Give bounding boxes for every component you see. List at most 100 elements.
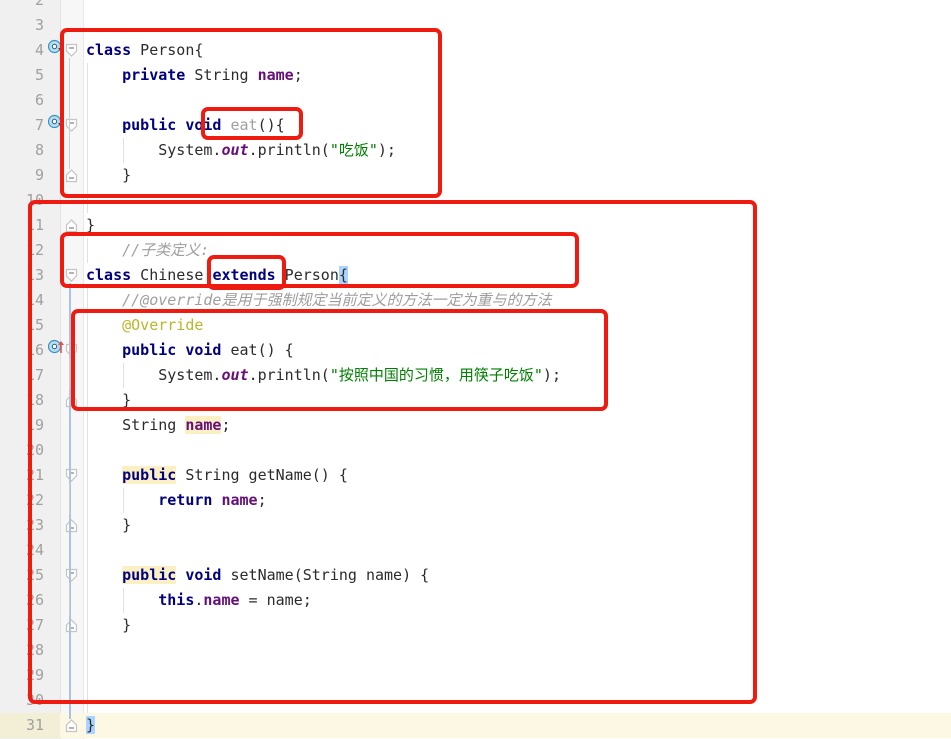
line-number: 7 bbox=[34, 116, 44, 134]
code-text[interactable] bbox=[86, 688, 951, 713]
code-line[interactable]: 20 bbox=[0, 438, 951, 463]
code-text[interactable]: return name; bbox=[86, 488, 951, 513]
code-line[interactable]: 21 public String getName() { bbox=[0, 463, 951, 488]
code-line[interactable]: 28 bbox=[0, 638, 951, 663]
code-text[interactable]: @Override bbox=[86, 313, 951, 338]
code-line[interactable]: 18 } bbox=[0, 388, 951, 413]
fold-collapse-icon[interactable] bbox=[62, 338, 80, 363]
code-line[interactable]: 24 bbox=[0, 538, 951, 563]
code-token: ); bbox=[377, 141, 396, 159]
code-token: System. bbox=[86, 141, 222, 159]
fold-collapse-icon[interactable] bbox=[62, 38, 80, 63]
code-text[interactable]: public String getName() { bbox=[86, 463, 951, 488]
code-text[interactable]: System.out.println("吃饭"); bbox=[86, 138, 951, 163]
code-text[interactable] bbox=[86, 538, 951, 563]
code-line[interactable]: 31} bbox=[0, 713, 951, 738]
code-text[interactable] bbox=[86, 638, 951, 663]
code-token: } bbox=[86, 616, 132, 634]
code-token: = name; bbox=[239, 591, 312, 609]
code-text[interactable]: } bbox=[86, 213, 951, 238]
code-line[interactable]: 30 bbox=[0, 688, 951, 713]
code-text[interactable]: //@override是用于强制规定当前定义的方法一定为重与的方法 bbox=[86, 288, 951, 313]
code-line[interactable]: 3 bbox=[0, 13, 951, 38]
code-line[interactable]: 29 bbox=[0, 663, 951, 688]
code-text[interactable]: public void eat(){ bbox=[86, 113, 951, 138]
code-line[interactable]: 11} bbox=[0, 213, 951, 238]
code-line[interactable]: 16 public void eat() { bbox=[0, 338, 951, 363]
code-text[interactable]: } bbox=[86, 163, 951, 188]
line-number: 15 bbox=[25, 316, 44, 334]
fold-expand-icon[interactable] bbox=[62, 613, 80, 638]
code-line[interactable]: 7 public void eat(){ bbox=[0, 113, 951, 138]
code-text[interactable]: private String name; bbox=[86, 63, 951, 88]
code-text[interactable] bbox=[86, 13, 951, 38]
fold-collapse-icon[interactable] bbox=[62, 113, 80, 138]
code-text[interactable]: } bbox=[86, 613, 951, 638]
code-text[interactable] bbox=[86, 0, 951, 13]
code-text[interactable] bbox=[86, 663, 951, 688]
code-line[interactable]: 6 bbox=[0, 88, 951, 113]
code-text[interactable]: public void eat() { bbox=[86, 338, 951, 363]
code-line[interactable]: 27 } bbox=[0, 613, 951, 638]
code-line[interactable]: 10 bbox=[0, 188, 951, 213]
code-line[interactable]: 17 System.out.println("按照中国的习惯，用筷子吃饭"); bbox=[0, 363, 951, 388]
code-token: this bbox=[158, 591, 195, 609]
code-line[interactable]: 25 public void setName(String name) { bbox=[0, 563, 951, 588]
code-text[interactable]: this.name = name; bbox=[86, 588, 951, 613]
fold-expand-icon[interactable] bbox=[62, 513, 80, 538]
code-text[interactable]: } bbox=[86, 713, 951, 738]
code-token: //@override是用于强制规定当前定义的方法一定为重与的方法 bbox=[122, 291, 552, 309]
code-text[interactable] bbox=[86, 88, 951, 113]
code-line[interactable]: 5 private String name; bbox=[0, 63, 951, 88]
code-text[interactable] bbox=[86, 438, 951, 463]
code-line[interactable]: 19 String name; bbox=[0, 413, 951, 438]
code-text[interactable]: //子类定义: bbox=[86, 238, 951, 263]
code-line[interactable]: 4 class Person{ bbox=[0, 38, 951, 63]
code-line[interactable]: 26 this.name = name; bbox=[0, 588, 951, 613]
code-line[interactable]: 8 System.out.println("吃饭"); bbox=[0, 138, 951, 163]
code-line[interactable]: 13 class Chinese extends Person{ bbox=[0, 263, 951, 288]
fold-collapse-icon[interactable] bbox=[62, 263, 80, 288]
line-number: 26 bbox=[25, 591, 44, 609]
code-text[interactable]: System.out.println("按照中国的习惯，用筷子吃饭"); bbox=[86, 363, 951, 388]
code-line[interactable]: 9 } bbox=[0, 163, 951, 188]
code-text[interactable]: String name; bbox=[86, 413, 951, 438]
code-token: .println( bbox=[248, 141, 330, 159]
fold-collapse-icon[interactable] bbox=[62, 563, 80, 588]
code-line[interactable]: 12 //子类定义: bbox=[0, 238, 951, 263]
line-number: 31 bbox=[25, 716, 44, 734]
line-number: 19 bbox=[25, 416, 44, 434]
code-token: void bbox=[185, 116, 222, 134]
code-token: "按照中国的习惯，用筷子吃饭" bbox=[329, 366, 543, 384]
fold-expand-icon[interactable] bbox=[62, 388, 80, 413]
code-token: Person{ bbox=[131, 41, 204, 59]
code-text[interactable]: } bbox=[86, 513, 951, 538]
code-line[interactable]: 14 //@override是用于强制规定当前定义的方法一定为重与的方法 bbox=[0, 288, 951, 313]
line-number: 16 bbox=[25, 341, 44, 359]
code-text[interactable]: class Person{ bbox=[86, 38, 951, 63]
code-text[interactable] bbox=[86, 188, 951, 213]
code-token: ; bbox=[293, 66, 303, 84]
code-token: String bbox=[185, 66, 258, 84]
code-text[interactable]: public void setName(String name) { bbox=[86, 563, 951, 588]
code-text[interactable]: } bbox=[86, 388, 951, 413]
fold-rail bbox=[69, 583, 70, 615]
fold-expand-icon[interactable] bbox=[62, 213, 80, 238]
code-line[interactable]: 15 @Override bbox=[0, 313, 951, 338]
code-token: @Override bbox=[122, 316, 204, 334]
line-number: 2 bbox=[34, 0, 44, 9]
code-editor[interactable]: 2 3 4 class Person{5 private String name; 6 7… bbox=[0, 0, 951, 739]
fold-expand-icon[interactable] bbox=[62, 713, 80, 738]
fold-collapse-icon[interactable] bbox=[62, 463, 80, 488]
fold-expand-icon[interactable] bbox=[62, 163, 80, 188]
code-token: eat() { bbox=[221, 341, 294, 359]
code-text[interactable]: class Chinese extends Person{ bbox=[86, 263, 951, 288]
code-line[interactable]: 2 bbox=[0, 0, 951, 13]
code-line[interactable]: 23 } bbox=[0, 513, 951, 538]
code-line[interactable]: 22 return name; bbox=[0, 488, 951, 513]
code-token: name bbox=[203, 591, 240, 609]
